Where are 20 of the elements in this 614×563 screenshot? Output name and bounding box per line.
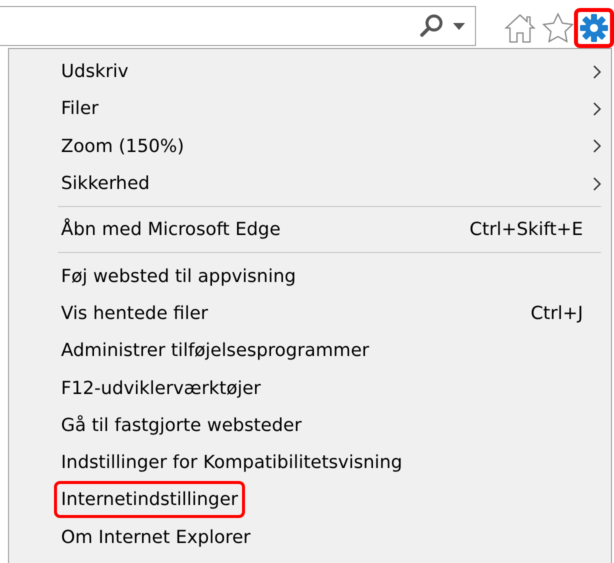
menu-item[interactable]: Føj websted til appvisning bbox=[54, 258, 303, 295]
menu-item[interactable]: Indstillinger for Kompatibilitetsvisning bbox=[54, 444, 410, 482]
shortcut-label: Ctrl+Skift+E bbox=[470, 218, 583, 242]
menu-item[interactable]: Internetindstillinger bbox=[54, 481, 246, 518]
menu-item[interactable]: Åbn med Microsoft Edge bbox=[54, 211, 288, 248]
menu-item[interactable]: Zoom (150%) bbox=[54, 128, 192, 165]
shortcut-label: Ctrl+J bbox=[530, 302, 583, 326]
search-icon[interactable] bbox=[419, 13, 445, 39]
menu-item[interactable]: Udskriv bbox=[54, 53, 136, 90]
menu-item[interactable]: Administrer tilføjelsesprogrammer bbox=[54, 332, 376, 370]
star-icon[interactable] bbox=[542, 13, 574, 43]
menu-item[interactable]: Om Internet Explorer bbox=[54, 518, 258, 556]
menu-item[interactable]: Filer bbox=[54, 90, 106, 128]
menu-item[interactable]: Sikkerhed bbox=[54, 165, 157, 202]
menu-item[interactable]: Gå til fastgjorte websteder bbox=[54, 406, 309, 444]
dropdown-icon[interactable] bbox=[453, 22, 465, 30]
menu-item[interactable]: F12-udviklerværktøjer bbox=[54, 370, 268, 407]
home-icon[interactable] bbox=[504, 13, 536, 43]
menu-item[interactable]: Vis hentede filer bbox=[54, 294, 216, 332]
settings-icon[interactable] bbox=[580, 14, 608, 42]
